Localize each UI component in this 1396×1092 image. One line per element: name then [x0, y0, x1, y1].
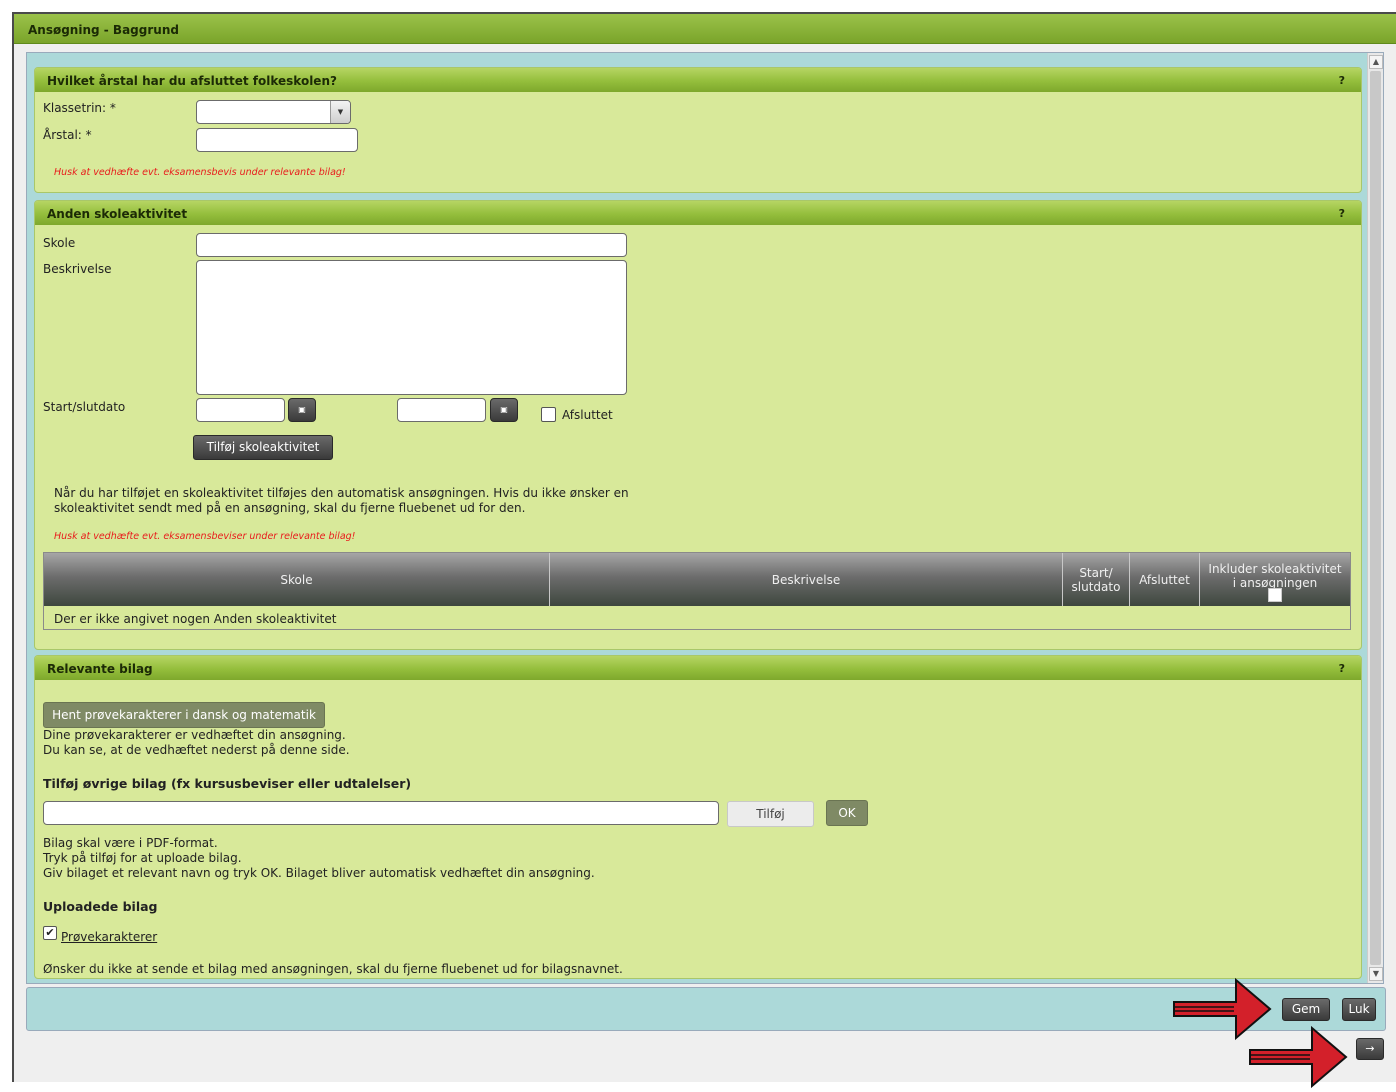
- inkluder-all-checkbox[interactable]: [1268, 587, 1282, 602]
- help-icon[interactable]: ?: [1339, 207, 1345, 220]
- vertical-scrollbar[interactable]: ▲ ▼: [1367, 53, 1383, 983]
- window-title: Ansøgning - Baggrund: [14, 14, 1396, 44]
- skoleaktivitet-table: Skole Beskrivelse Start/ slutdato Afslut…: [43, 552, 1351, 630]
- gem-button[interactable]: Gem: [1282, 998, 1330, 1021]
- table-header: Skole Beskrivelse Start/ slutdato Afslut…: [44, 553, 1350, 606]
- beskrivelse-textarea[interactable]: [196, 260, 627, 395]
- folkeskole-warning: Husk at vedhæfte evt. eksamensbevis unde…: [54, 167, 346, 178]
- afsluttet-label: Afsluttet: [562, 408, 613, 422]
- column-beskrivelse[interactable]: Beskrivelse: [550, 553, 1063, 606]
- bilag-file-input[interactable]: [43, 801, 719, 825]
- uploaded-file-link[interactable]: Prøvekarakterer: [61, 930, 157, 945]
- panel-folkeskole: Hvilket årstal har du afsluttet folkesko…: [34, 67, 1362, 193]
- skole-input[interactable]: [196, 233, 627, 257]
- panel-bilag-header: Relevante bilag ?: [35, 656, 1361, 680]
- startdato-input[interactable]: [196, 398, 285, 422]
- dialog-window: Ansøgning - Baggrund Hvilket årstal har …: [12, 12, 1396, 1089]
- aarstal-input[interactable]: [196, 128, 358, 152]
- table-empty-row: Der er ikke angivet nogen Anden skoleakt…: [54, 612, 337, 626]
- scroll-down-icon[interactable]: ▼: [1369, 967, 1383, 981]
- panel-folkeskole-title: Hvilket årstal har du afsluttet folkesko…: [47, 74, 337, 88]
- panel-bilag-title: Relevante bilag: [47, 662, 153, 676]
- panel-bilag: Relevante bilag ? Hent prøvekarakterer i…: [34, 655, 1362, 979]
- column-skole[interactable]: Skole: [44, 553, 550, 606]
- info-line-1: Når du har tilføjet en skoleaktivitet ti…: [54, 486, 629, 500]
- klassetrin-label: Klassetrin: *: [43, 101, 116, 115]
- skole-label: Skole: [43, 236, 76, 250]
- add-bilag-heading: Tilføj øvrige bilag (fx kursusbeviser el…: [43, 776, 412, 791]
- panel-skoleaktivitet: Anden skoleaktivitet ? Skole Beskrivelse…: [34, 200, 1362, 650]
- calendar-icon[interactable]: ▣: [490, 398, 518, 422]
- content-area: Hvilket årstal har du afsluttet folkesko…: [26, 52, 1384, 984]
- tilfoej-button[interactable]: Tilføj: [727, 801, 814, 827]
- fetch-info-1: Dine prøvekarakterer er vedhæftet din an…: [43, 728, 346, 742]
- ok-button[interactable]: OK: [826, 800, 868, 826]
- column-afsluttet[interactable]: Afsluttet: [1130, 553, 1200, 606]
- info-line-2: skoleaktivitet sendt med på en ansøgning…: [54, 501, 526, 515]
- slutdato-input[interactable]: [397, 398, 486, 422]
- skoleaktivitet-warning: Husk at vedhæfte evt. eksamensbeviser un…: [54, 531, 356, 542]
- uploaded-checkbox[interactable]: ✔: [43, 926, 57, 940]
- help-icon[interactable]: ?: [1339, 74, 1345, 87]
- bilag-info-1: Bilag skal være i PDF-format.: [43, 836, 218, 850]
- dato-label: Start/slutdato: [43, 400, 126, 414]
- beskrivelse-label: Beskrivelse: [43, 262, 112, 276]
- column-dato[interactable]: Start/ slutdato: [1063, 553, 1130, 606]
- bilag-info-2: Tryk på tilføj for at uploade bilag.: [43, 851, 242, 865]
- klassetrin-select[interactable]: ▼: [196, 100, 351, 124]
- aarstal-label: Årstal: *: [43, 128, 92, 142]
- uploaded-heading: Uploadede bilag: [43, 899, 158, 914]
- column-inkluder[interactable]: Inkluder skoleaktivitet i ansøgningen: [1200, 553, 1350, 606]
- panel-folkeskole-header: Hvilket årstal har du afsluttet folkesko…: [35, 68, 1361, 92]
- top-strip: [0, 0, 1396, 12]
- next-button[interactable]: →: [1356, 1038, 1384, 1060]
- afsluttet-checkbox[interactable]: [541, 407, 556, 422]
- fetch-info-2: Du kan se, at de vedhæftet nederst på de…: [43, 743, 350, 757]
- calendar-icon[interactable]: ▣: [288, 398, 316, 422]
- panel-skoleaktivitet-header: Anden skoleaktivitet ?: [35, 201, 1361, 225]
- bilag-info-3: Giv bilaget et relevant navn og tryk OK.…: [43, 866, 595, 880]
- scroll-thumb[interactable]: [1370, 71, 1381, 965]
- fetch-grades-button[interactable]: Hent prøvekarakterer i dansk og matemati…: [43, 702, 325, 728]
- scroll-up-icon[interactable]: ▲: [1369, 55, 1383, 69]
- chevron-down-icon[interactable]: ▼: [330, 101, 350, 123]
- luk-button[interactable]: Luk: [1342, 998, 1376, 1021]
- panel-skoleaktivitet-title: Anden skoleaktivitet: [47, 207, 188, 221]
- help-icon[interactable]: ?: [1339, 662, 1345, 675]
- add-skoleaktivitet-button[interactable]: Tilføj skoleaktivitet: [193, 435, 333, 460]
- bilag-footer-note: Ønsker du ikke at sende et bilag med ans…: [43, 962, 623, 976]
